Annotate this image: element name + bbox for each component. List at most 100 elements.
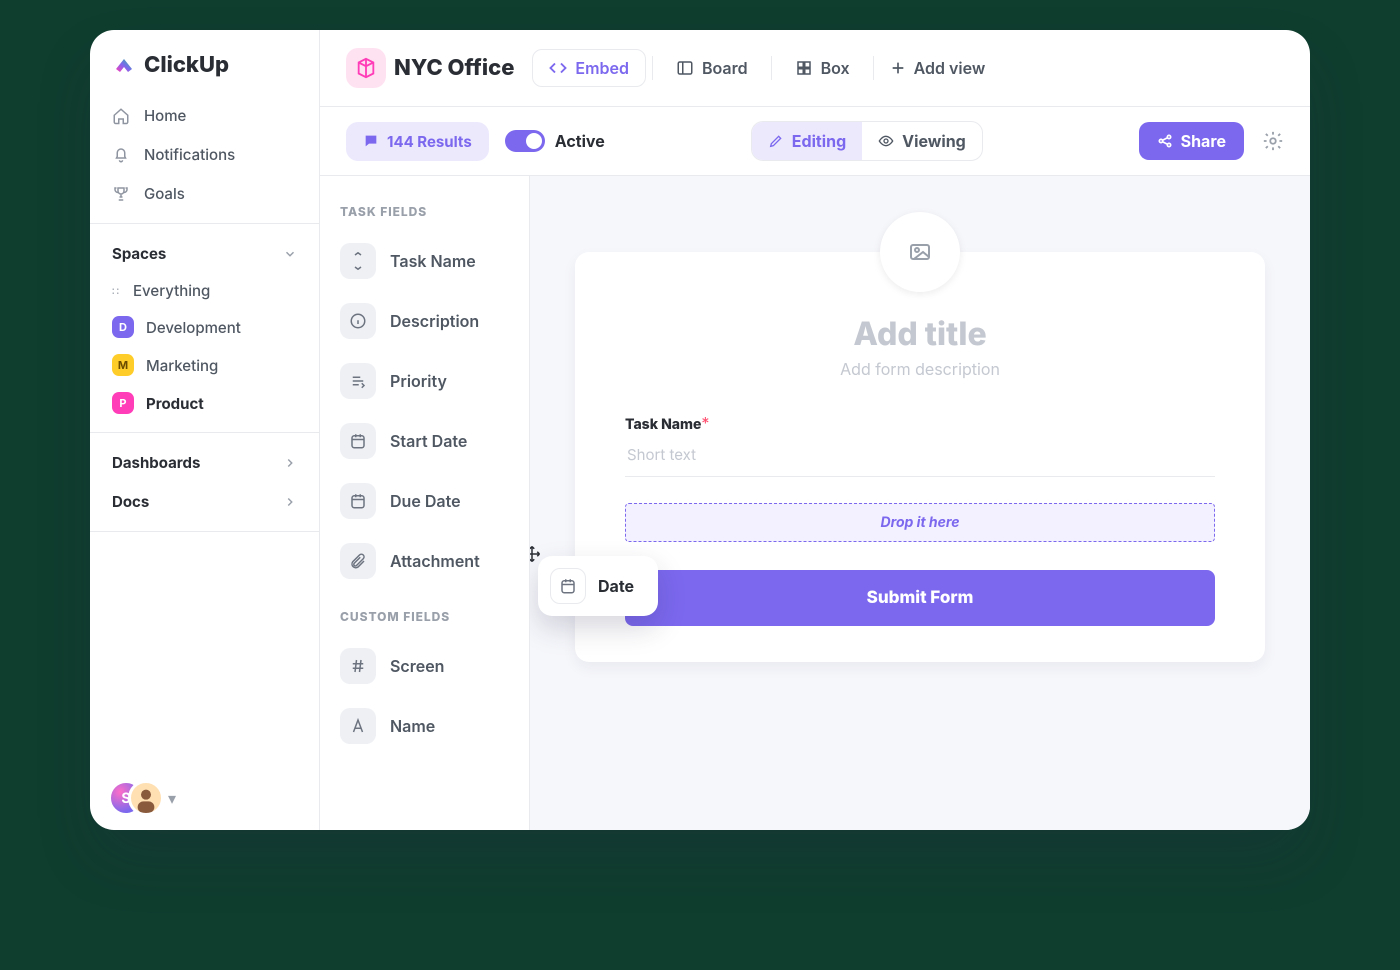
text-type-icon xyxy=(340,708,376,744)
mode-editing[interactable]: Editing xyxy=(752,122,862,160)
sidebar-home[interactable]: Home xyxy=(90,96,319,135)
trophy-icon xyxy=(112,185,130,203)
field-due-date[interactable]: Due Date xyxy=(336,475,513,527)
task-name-input[interactable] xyxy=(625,433,1215,477)
space-everything[interactable]: ∷ Everything xyxy=(90,273,319,308)
space-label: Marketing xyxy=(146,356,218,375)
divider xyxy=(90,432,319,433)
spaces-header[interactable]: Spaces xyxy=(90,234,319,273)
app-window: ClickUp Home Notifications Goals Spaces xyxy=(90,30,1310,830)
chevron-right-icon xyxy=(283,495,297,509)
nav-label: Home xyxy=(144,106,186,125)
brand-logo[interactable]: ClickUp xyxy=(90,52,319,96)
grid-dots-icon: ∷ xyxy=(112,284,121,298)
space-cube-icon[interactable] xyxy=(346,48,386,88)
workspace: TASK FIELDS Task Name Description Priori… xyxy=(320,176,1310,830)
chat-icon xyxy=(363,133,379,149)
mode-label: Viewing xyxy=(902,131,966,151)
tab-box[interactable]: Box xyxy=(778,49,867,87)
cover-image-button[interactable] xyxy=(880,212,960,292)
share-icon xyxy=(1157,133,1173,149)
field-task-name[interactable]: Task Name xyxy=(336,235,513,287)
submit-label: Submit Form xyxy=(867,588,974,608)
hash-icon xyxy=(340,648,376,684)
add-view-button[interactable]: Add view xyxy=(880,50,996,86)
form-subtitle-input[interactable]: Add form description xyxy=(625,359,1215,379)
field-dropzone[interactable]: Drop it here xyxy=(625,503,1215,542)
field-label: Priority xyxy=(390,371,447,391)
divider xyxy=(771,56,772,80)
mode-viewing[interactable]: Viewing xyxy=(862,122,982,160)
paperclip-icon xyxy=(340,543,376,579)
submit-button[interactable]: Submit Form xyxy=(625,570,1215,626)
eye-icon xyxy=(878,133,894,149)
share-button[interactable]: Share xyxy=(1139,122,1244,160)
field-attachment[interactable]: Attachment xyxy=(336,535,513,587)
add-view-label: Add view xyxy=(914,58,986,78)
calendar-icon xyxy=(550,568,586,604)
field-label: Task Name xyxy=(625,416,701,433)
field-screen[interactable]: Screen xyxy=(336,640,513,692)
user-switcher[interactable]: S ▾ xyxy=(90,780,319,816)
field-label: Due Date xyxy=(390,491,461,511)
board-icon xyxy=(676,59,694,77)
image-icon xyxy=(908,240,932,264)
field-label: Description xyxy=(390,311,479,331)
field-label: Attachment xyxy=(390,551,480,571)
section-label: Docs xyxy=(112,492,149,511)
field-label: Screen xyxy=(390,656,444,676)
space-label: Development xyxy=(146,318,241,337)
field-start-date[interactable]: Start Date xyxy=(336,415,513,467)
field-label: Start Date xyxy=(390,431,467,451)
section-docs[interactable]: Docs xyxy=(90,482,319,521)
plus-icon xyxy=(890,60,906,76)
priority-icon xyxy=(340,363,376,399)
field-description[interactable]: Description xyxy=(336,295,513,347)
mode-label: Editing xyxy=(792,131,846,151)
divider xyxy=(652,56,653,80)
tab-label: Embed xyxy=(575,58,629,78)
space-product[interactable]: P Product xyxy=(90,384,319,422)
gear-icon[interactable] xyxy=(1262,130,1284,152)
required-marker: * xyxy=(701,413,709,433)
clickup-logo-icon xyxy=(112,53,136,77)
field-name[interactable]: Name xyxy=(336,700,513,752)
results-label: 144 Results xyxy=(387,132,472,151)
home-icon xyxy=(112,107,130,125)
sidebar-goals[interactable]: Goals xyxy=(90,174,319,213)
field-priority[interactable]: Priority xyxy=(336,355,513,407)
brand-name: ClickUp xyxy=(144,52,229,78)
results-pill[interactable]: 144 Results xyxy=(346,122,489,161)
form-card: Add title Add form description Task Name… xyxy=(575,252,1265,662)
section-dashboards[interactable]: Dashboards xyxy=(90,443,319,482)
form-field-task-name: Task Name* xyxy=(625,413,1215,477)
calendar-icon xyxy=(340,483,376,519)
space-label: Product xyxy=(146,394,204,413)
chevron-down-icon xyxy=(283,247,297,261)
custom-fields-header: CUSTOM FIELDS xyxy=(340,609,509,624)
pencil-icon xyxy=(768,133,784,149)
toolbar: 144 Results Active Editing Viewing xyxy=(320,107,1310,176)
fields-panel: TASK FIELDS Task Name Description Priori… xyxy=(320,176,530,830)
box-icon xyxy=(795,59,813,77)
dragging-field-chip[interactable]: Date xyxy=(538,556,658,616)
active-toggle[interactable]: Active xyxy=(505,130,605,152)
active-label: Active xyxy=(555,131,605,151)
tab-board[interactable]: Board xyxy=(659,49,765,87)
task-fields-header: TASK FIELDS xyxy=(340,204,509,219)
dropzone-label: Drop it here xyxy=(880,514,959,531)
space-development[interactable]: D Development xyxy=(90,308,319,346)
divider xyxy=(90,531,319,532)
spaces-header-label: Spaces xyxy=(112,244,166,263)
nav-label: Goals xyxy=(144,184,185,203)
space-marketing[interactable]: M Marketing xyxy=(90,346,319,384)
move-cursor-icon xyxy=(530,542,544,566)
toggle-switch-icon xyxy=(505,130,545,152)
drag-chip-label: Date xyxy=(598,576,634,596)
main-panel: NYC Office Embed Board Box xyxy=(320,30,1310,830)
space-badge: P xyxy=(112,392,134,414)
form-title-input[interactable]: Add title xyxy=(625,314,1215,353)
divider xyxy=(873,56,874,80)
sidebar-notifications[interactable]: Notifications xyxy=(90,135,319,174)
tab-embed[interactable]: Embed xyxy=(532,49,646,87)
